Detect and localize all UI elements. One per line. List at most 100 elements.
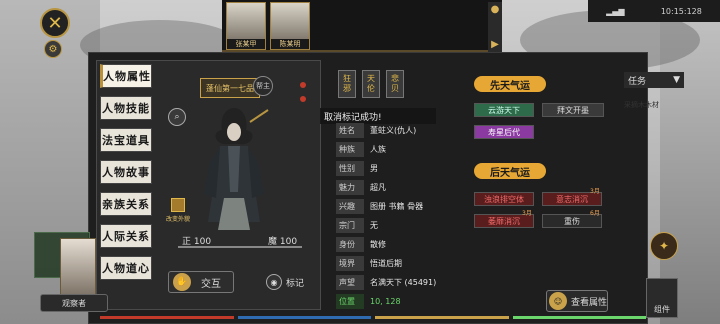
attr-row: 姓名 董蛀义(仇人) [336,122,460,139]
strip-segment [237,316,371,319]
fortune-chip[interactable]: 浊浪排空体 [474,192,534,206]
portrait-scroll[interactable]: ● ▶ [488,2,502,52]
attr-value: 人族 [370,145,386,154]
quest-dropdown[interactable]: 任务 ▼ [624,72,684,88]
attr-key: 位置 [336,294,364,309]
fortune-chip[interactable]: 寿星后代 [474,125,534,139]
attr-value: 男 [370,164,378,173]
view-attributes-label: 查看属性 [571,297,608,308]
interact-label: 交互 [201,278,221,290]
attr-key: 身份 [336,237,364,252]
duration-badge: 3月 [522,210,532,217]
alignment-bar [178,246,302,248]
quest-label: 任务 [628,76,647,87]
interact-button[interactable]: ✋ 交互 [168,271,234,293]
alert-dot [300,96,306,102]
dot-icon: ● [490,4,500,15]
attr-key: 性别 [336,161,364,176]
attr-value: 悟道后期 [370,259,402,268]
trait-char: 贝 [391,84,399,93]
search-icon: ⌕ [174,112,180,122]
attribute-table: 姓名 董蛀义(仇人) 种族 人族 性别男 魅力 超凡 兴趣 图册 书籍 骨器 宗门无 身… [336,122,460,312]
attr-value: 无 [370,221,378,230]
attr-value: 名满天下 (45491) [370,278,437,287]
tab-character-skills[interactable]: 人物技能 [100,96,152,120]
character-figure [204,108,269,230]
attr-value: 董蛀义(仇人) [370,126,417,135]
attr-key: 姓名 [336,123,364,138]
observer-button[interactable]: 观察者 [40,294,108,312]
trait-char: 悲 [391,74,399,83]
trait-char: 伦 [367,84,375,93]
attr-value: 超凡 [370,183,386,192]
title-plaque: 蓬仙第一七品 [200,78,260,98]
tab-story[interactable]: 人物故事 [100,160,152,184]
alert-dot [300,82,306,88]
appearance-icon [171,198,185,212]
trait-char: 天 [367,74,375,83]
appearance-label: 改变外貌 [165,216,190,223]
attr-value: 图册 书籍 骨器 [370,202,424,211]
settings-icon[interactable]: ⚙ [44,40,62,58]
eye-icon: ◉ [266,274,282,290]
person-icon: ☺ [549,292,567,310]
tab-character-attributes[interactable]: 人物属性 [100,64,152,88]
strip-segment [100,316,234,319]
attr-row-location[interactable]: 位置 10, 128 [336,293,460,310]
quest-text: 采摘木木材 [624,101,659,109]
hand-icon: ✋ [173,273,191,291]
attr-row: 声望 名满天下 (45491) [336,274,460,291]
component-button[interactable]: 组件 [646,278,678,318]
tab-relations[interactable]: 人际关系 [100,224,152,248]
crossed-swords-icon: ✕ [47,12,63,34]
player-portrait[interactable] [60,238,96,298]
strip-segment [512,316,646,319]
duration-badge: 3月 [590,188,600,195]
portrait-name: 陈某明 [271,39,309,49]
close-button[interactable]: ✕ [40,8,70,38]
attr-row: 宗门无 [336,217,460,234]
change-appearance-button[interactable]: 改变外貌 [164,198,192,224]
status-bar: ▂▄▆ 10:15:128 [588,0,720,22]
trait-chip[interactable]: 悲贝 [386,70,404,98]
fire-icon[interactable]: ✦ [650,232,678,260]
rank-emblem: 帮主 [253,76,273,96]
attr-key: 宗门 [336,218,364,233]
attr-row: 种族 人族 [336,141,460,158]
portrait-name: 张某甲 [227,39,265,49]
triangle-down-icon: ▼ [673,75,680,85]
trait-chip[interactable]: 天伦 [362,70,380,98]
view-attributes-button[interactable]: ☺ 查看属性 [546,290,608,312]
attr-key: 境界 [336,256,364,271]
attr-row: 魅力 超凡 [336,179,460,196]
resource-strip [100,316,646,322]
tab-family[interactable]: 亲族关系 [100,192,152,216]
portrait-2[interactable]: 陈某明 [270,2,310,50]
tab-dao-heart[interactable]: 人物道心 [100,256,152,280]
portrait-1[interactable]: 张某甲 [226,2,266,50]
duration-badge: 6月 [590,210,600,217]
mark-button[interactable]: ◉ 标记 [266,273,310,291]
attr-key: 魅力 [336,180,364,195]
side-tab-list: 人物属性 人物技能 法宝道具 人物故事 亲族关系 人际关系 人物道心 [100,64,152,288]
strip-segment [375,316,509,319]
attr-key: 种族 [336,142,364,157]
attr-row: 兴趣 图册 书籍 骨器 [336,198,460,215]
signal-icon: ▂▄▆ [606,6,625,16]
trait-char: 狂 [343,74,351,83]
attr-value: 10, 128 [370,297,401,306]
mark-label: 标记 [286,278,305,289]
attr-value: 散修 [370,240,386,249]
fortune-chip[interactable]: 云游天下 [474,103,534,117]
trait-chip[interactable]: 狂邪 [338,70,356,98]
trait-char: 邪 [343,84,351,93]
tab-treasures[interactable]: 法宝道具 [100,128,152,152]
innate-fortune-header: 先天气运 [474,76,546,92]
clock-text: 10:15:128 [660,6,702,16]
top-portrait-bar: 张某甲 陈某明 [222,0,502,52]
magnify-button[interactable]: ⌕ [168,108,186,126]
attr-row: 身份 散修 [336,236,460,253]
arrow-right-icon: ▶ [491,39,499,50]
fortune-chip[interactable]: 拜文开墨 [542,103,604,117]
attr-key: 声望 [336,275,364,290]
